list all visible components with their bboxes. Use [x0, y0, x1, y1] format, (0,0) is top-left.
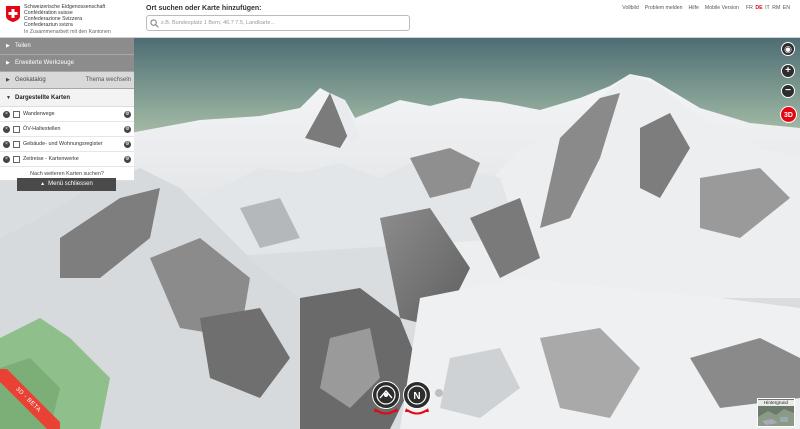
- lang-en[interactable]: EN: [783, 5, 790, 11]
- advanced-tools-header[interactable]: ▶ Erweiterte Werkzeuge: [0, 55, 134, 72]
- share-label: Teilen: [15, 43, 31, 49]
- layer-settings-icon[interactable]: ⚙: [124, 111, 131, 118]
- caret-right-icon: ▶: [6, 43, 10, 49]
- compass-rotate-arrows-icon[interactable]: [405, 408, 429, 416]
- geocatalog-label: Geokatalog: [15, 77, 46, 83]
- layer-list: × Wanderwege ⚙ × ÖV-Haltestellen ⚙ × Geb…: [0, 107, 134, 167]
- small-dot-control[interactable]: [435, 389, 443, 397]
- caret-down-icon: ▼: [6, 95, 11, 101]
- lang-fr[interactable]: FR: [746, 5, 753, 11]
- zoom-in-button[interactable]: +: [781, 64, 795, 78]
- svg-text:N: N: [413, 391, 420, 402]
- shown-maps-header[interactable]: ▼ Dargestellte Karten: [0, 89, 134, 107]
- remove-layer-icon[interactable]: ×: [3, 141, 10, 148]
- report-problem-link[interactable]: Problem melden: [645, 5, 683, 11]
- advanced-tools-label: Erweiterte Werkzeuge: [15, 60, 74, 66]
- mobile-version-link[interactable]: Mobile Version: [705, 5, 739, 11]
- crosshair-icon: ◉: [784, 44, 792, 54]
- layer-name: Wanderwege: [23, 111, 55, 117]
- fullscreen-link[interactable]: Vollbild: [622, 5, 638, 11]
- search-input[interactable]: [161, 17, 407, 29]
- compass-icon: N: [407, 385, 427, 405]
- layer-name: Gebäude- und Wohnungsregister: [23, 141, 103, 147]
- remove-layer-icon[interactable]: ×: [3, 156, 10, 163]
- geolocation-button[interactable]: ◉: [781, 42, 795, 56]
- list-item[interactable]: × Wanderwege ⚙: [0, 107, 134, 122]
- layer-settings-icon[interactable]: ⚙: [124, 141, 131, 148]
- beta-ribbon-label: 3D - BETA: [0, 369, 60, 429]
- change-theme-link[interactable]: Thema wechseln: [86, 77, 131, 83]
- tilt-rotate-arrows-icon[interactable]: [374, 408, 398, 416]
- tilt-icon: [376, 385, 396, 405]
- background-switch-label: Hintergrund: [758, 400, 794, 406]
- layer-visibility-checkbox[interactable]: [13, 126, 20, 133]
- layer-visibility-checkbox[interactable]: [13, 111, 20, 118]
- layer-settings-icon[interactable]: ⚙: [124, 126, 131, 133]
- layer-name: Zeitreise - Kartenwerke: [23, 156, 79, 162]
- confederation-logo[interactable]: Schweizerische Eidgenossenschaft Confédé…: [4, 3, 144, 35]
- lang-rm[interactable]: RM: [772, 5, 780, 11]
- beta-ribbon: 3D - BETA: [0, 369, 60, 429]
- close-menu-button[interactable]: ▲ Menü schliessen: [17, 178, 116, 191]
- lang-de[interactable]: DE: [755, 5, 762, 11]
- help-link[interactable]: Hilfe: [689, 5, 699, 11]
- search-block: Ort suchen oder Karte hinzufügen:: [146, 5, 410, 33]
- layer-settings-icon[interactable]: ⚙: [124, 156, 131, 163]
- background-switch-button[interactable]: Hintergrund: [757, 398, 795, 427]
- top-links: Vollbild Problem melden Hilfe Mobile Ver…: [622, 3, 790, 13]
- top-header: Schweizerische Eidgenossenschaft Confédé…: [0, 0, 800, 38]
- shown-maps-label: Dargestellte Karten: [15, 95, 71, 101]
- caret-right-icon: ▶: [6, 77, 10, 83]
- swiss-cross-icon: [6, 6, 20, 22]
- side-panel: ▶ Teilen ▶ Erweiterte Werkzeuge ▶ Geokat…: [0, 38, 134, 181]
- close-menu-label: Menü schliessen: [48, 181, 93, 187]
- search-title: Ort suchen oder Karte hinzufügen:: [146, 5, 262, 12]
- caret-up-icon: ▲: [40, 181, 46, 187]
- zoom-out-button[interactable]: −: [781, 84, 795, 98]
- search-box[interactable]: [146, 15, 410, 31]
- caret-right-icon: ▶: [6, 60, 10, 66]
- layer-visibility-checkbox[interactable]: [13, 141, 20, 148]
- language-switch: FR DE IT RM EN: [745, 5, 790, 11]
- list-item[interactable]: × Zeitreise - Kartenwerke ⚙: [0, 152, 134, 167]
- geocatalog-header[interactable]: ▶ Geokatalog Thema wechseln: [0, 72, 134, 89]
- layer-name: ÖV-Haltestellen: [23, 126, 61, 132]
- share-section-header[interactable]: ▶ Teilen: [0, 38, 134, 55]
- list-item[interactable]: × Gebäude- und Wohnungsregister ⚙: [0, 137, 134, 152]
- tilt-control[interactable]: [372, 381, 400, 409]
- lang-it[interactable]: IT: [765, 5, 770, 11]
- compass-control[interactable]: N: [403, 381, 431, 409]
- remove-layer-icon[interactable]: ×: [3, 126, 10, 133]
- search-icon: [150, 19, 159, 28]
- cantons-note: In Zusammenarbeit mit den Kantonen: [24, 29, 111, 35]
- layer-visibility-checkbox[interactable]: [13, 156, 20, 163]
- remove-layer-icon[interactable]: ×: [3, 111, 10, 118]
- toggle-3d-button[interactable]: 3D: [780, 106, 797, 123]
- confed-line-rm: Confederaziun svizra: [24, 22, 73, 28]
- list-item[interactable]: × ÖV-Haltestellen ⚙: [0, 122, 134, 137]
